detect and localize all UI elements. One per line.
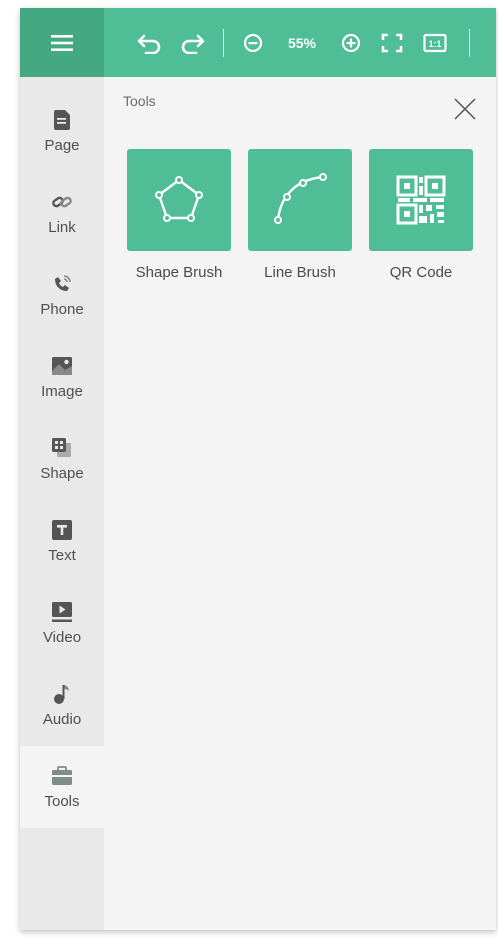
sidebar-item-label: Audio <box>42 710 82 728</box>
sidebar-item-shape[interactable]: Shape <box>20 418 104 500</box>
page-icon <box>51 109 73 131</box>
sidebar-item-phone[interactable]: Phone <box>20 254 104 336</box>
text-icon <box>51 519 73 541</box>
actual-size-button[interactable]: 1:1 <box>418 8 452 77</box>
toolbar-divider <box>223 29 224 57</box>
actual-size-icon: 1:1 <box>423 33 447 52</box>
tool-tile <box>127 149 231 251</box>
sidebar-item-image[interactable]: Image <box>20 336 104 418</box>
tool-tile <box>248 149 352 251</box>
tool-label: Line Brush <box>264 264 336 281</box>
tool-line-brush[interactable]: Line Brush <box>248 149 352 281</box>
panel-title: Tools <box>123 93 156 109</box>
sidebar-item-label: Shape <box>40 464 84 482</box>
undo-button[interactable] <box>132 8 168 77</box>
sidebar-item-link[interactable]: Link <box>20 172 104 254</box>
menu-button[interactable] <box>20 8 104 77</box>
tool-label: Shape Brush <box>135 264 223 281</box>
sidebar-item-label: Text <box>48 546 76 564</box>
fullscreen-button[interactable] <box>376 8 408 77</box>
fullscreen-icon <box>381 33 403 52</box>
sidebar-item-label: Phone <box>40 300 84 318</box>
curve-brush-icon <box>274 173 327 224</box>
editor-window: 55% 1:1 Page Link Phone Image Shape Text… <box>20 8 496 930</box>
sidebar-item-label: Video <box>42 628 82 646</box>
zoom-in-button[interactable] <box>336 8 366 77</box>
top-toolbar: 55% 1:1 <box>20 8 496 77</box>
sidebar-item-tools[interactable]: Tools <box>20 746 104 828</box>
sidebar-item-label: Image <box>41 382 83 400</box>
toolbar-divider-end <box>469 29 470 57</box>
undo-icon <box>137 34 161 54</box>
sidebar-item-page[interactable]: Page <box>20 90 104 172</box>
zoom-in-icon <box>341 33 361 52</box>
sidebar: Page Link Phone Image Shape Text Video A… <box>20 77 104 930</box>
phone-icon <box>51 273 73 295</box>
actual-size-label: 1:1 <box>428 39 441 49</box>
close-icon <box>454 98 476 120</box>
toolbox-icon <box>51 765 73 787</box>
qr-code-icon <box>396 175 446 225</box>
redo-icon <box>181 34 205 54</box>
video-icon <box>51 601 73 623</box>
close-button[interactable] <box>454 98 476 120</box>
zoom-level-text: 55% <box>287 34 317 51</box>
tool-shape-brush[interactable]: Shape Brush <box>127 149 231 281</box>
image-icon <box>51 355 73 377</box>
sidebar-item-label: Link <box>48 218 76 236</box>
tool-qr-code[interactable]: QR Code <box>369 149 473 281</box>
tool-label: QR Code <box>389 264 453 281</box>
tool-tile <box>369 149 473 251</box>
audio-icon <box>51 683 73 705</box>
sidebar-item-audio[interactable]: Audio <box>20 664 104 746</box>
tools-panel: Tools Shape Brush Line Brush QR Code <box>104 77 496 930</box>
zoom-level: 55% <box>276 8 328 77</box>
sidebar-item-label: Page <box>44 136 80 154</box>
shape-icon <box>51 437 73 459</box>
sidebar-item-text[interactable]: Text <box>20 500 104 582</box>
redo-button[interactable] <box>174 8 210 77</box>
link-icon <box>51 191 73 213</box>
zoom-out-icon <box>243 33 263 52</box>
pentagon-brush-icon <box>155 176 203 222</box>
sidebar-item-label: Tools <box>44 792 80 810</box>
menu-icon <box>51 34 73 51</box>
zoom-out-button[interactable] <box>238 8 268 77</box>
sidebar-item-video[interactable]: Video <box>20 582 104 664</box>
